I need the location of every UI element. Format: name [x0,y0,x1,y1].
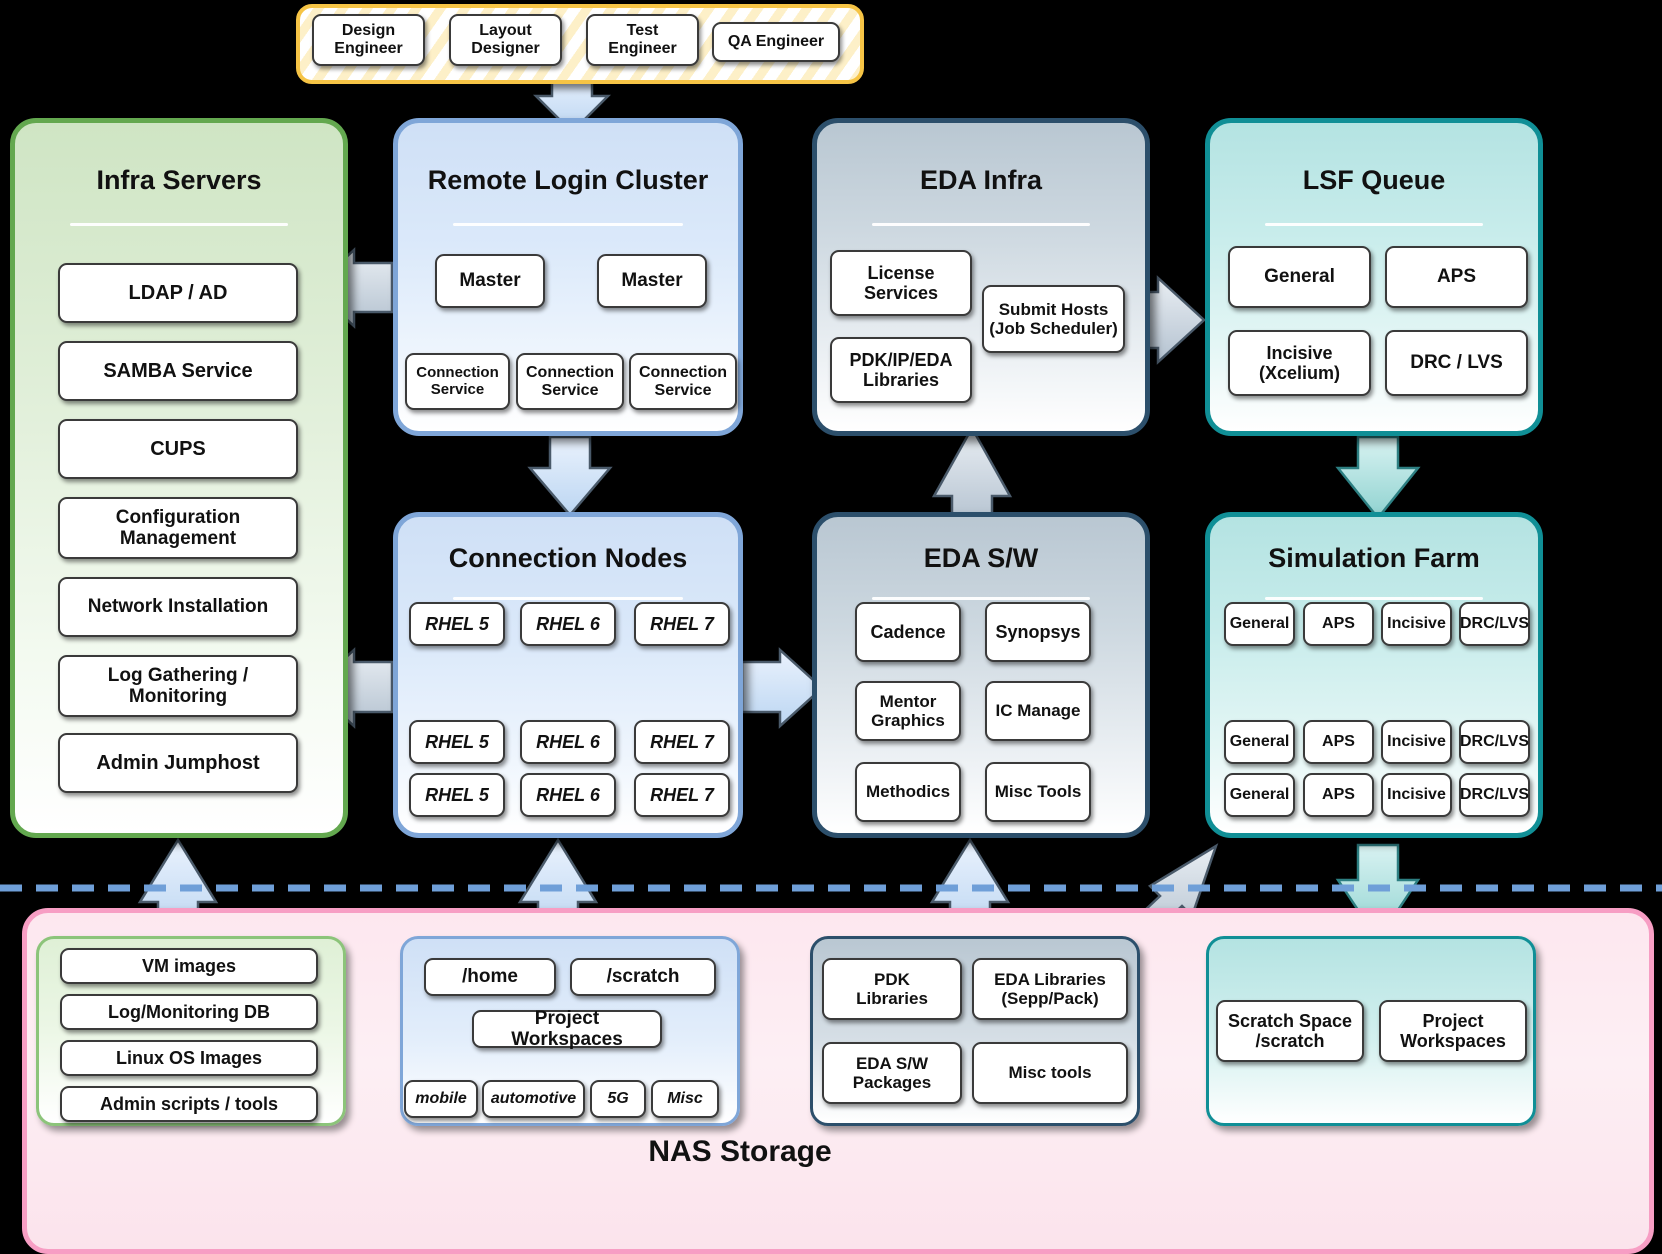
lsf-queue-general[interactable]: General [1228,246,1371,308]
sim-farm-incisive-2[interactable]: Incisive [1381,720,1452,764]
sim-farm-aps-3[interactable]: APS [1303,773,1374,817]
lsf-queue-title: LSF Queue [1302,165,1446,195]
eda-sw-methodics[interactable]: Methodics [855,762,961,822]
connection-service-3[interactable]: Connection Service [629,353,737,410]
sim-farm-drclvs-1[interactable]: DRC/LVS [1459,602,1530,646]
connection-node-rhel7-3[interactable]: RHEL 7 [634,773,730,817]
connection-node-rhel7-2[interactable]: RHEL 7 [634,720,730,764]
sim-farm-general-3[interactable]: General [1224,773,1295,817]
infra-item-network-installation[interactable]: Network Installation [58,577,298,637]
connection-service-2[interactable]: Connection Service [516,353,624,410]
eda-sw-mentor-graphics[interactable]: Mentor Graphics [855,681,961,741]
lsf-queue-drc-lvs[interactable]: DRC / LVS [1385,330,1528,396]
nas-item-scratch[interactable]: /scratch [570,958,716,996]
connection-nodes-title: Connection Nodes [448,543,688,573]
arrow-connection-nodes-to-eda-sw [740,647,824,729]
connection-service-1[interactable]: Connection Service [405,353,510,410]
nas-item-eda-sw-packages[interactable]: EDA S/W Packages [822,1042,962,1104]
infra-item-admin-jumphost[interactable]: Admin Jumphost [58,733,298,793]
connection-node-rhel6-3[interactable]: RHEL 6 [520,773,616,817]
remote-login-master-2[interactable]: Master [597,254,707,308]
simulation-farm-title: Simulation Farm [1268,543,1480,573]
nas-storage-title: NAS Storage [648,1135,832,1168]
nas-item-eda-libraries-sepp-pack[interactable]: EDA Libraries (Sepp/Pack) [972,958,1128,1020]
nas-item-home[interactable]: /home [424,958,556,996]
persona-design-engineer[interactable]: Design Engineer [312,14,425,66]
infra-servers-title: Infra Servers [96,165,262,195]
sim-farm-drclvs-2[interactable]: DRC/LVS [1459,720,1530,764]
nas-item-linux-os-images[interactable]: Linux OS Images [60,1040,318,1076]
nas-workspace-mobile[interactable]: mobile [404,1080,478,1118]
connection-node-rhel6-1[interactable]: RHEL 6 [520,602,616,646]
persona-layout-designer[interactable]: Layout Designer [449,14,562,66]
persona-qa-engineer[interactable]: QA Engineer [712,22,840,62]
connection-node-rhel5-2[interactable]: RHEL 5 [409,720,505,764]
connection-nodes-rule [453,597,683,600]
infra-item-samba-service[interactable]: SAMBA Service [58,341,298,401]
eda-sw-synopsys[interactable]: Synopsys [985,602,1091,662]
remote-login-master-1[interactable]: Master [435,254,545,308]
nas-item-project-workspaces[interactable]: Project Workspaces [472,1008,662,1050]
nas-item-admin-scripts-tools[interactable]: Admin scripts / tools [60,1086,318,1122]
infra-servers-rule [70,223,288,226]
arrow-remote-login-to-connection-nodes [527,435,613,517]
sim-farm-incisive-1[interactable]: Incisive [1381,602,1452,646]
lsf-queue-incisive-xcelium[interactable]: Incisive (Xcelium) [1228,330,1371,396]
persona-test-engineer[interactable]: Test Engineer [586,14,699,66]
infra-item-log-gathering-monitoring[interactable]: Log Gathering / Monitoring [58,655,298,717]
infra-item-cups[interactable]: CUPS [58,419,298,479]
sim-farm-aps-2[interactable]: APS [1303,720,1374,764]
eda-infra-title: EDA Infra [919,165,1042,195]
eda-infra-submit-hosts[interactable]: Submit Hosts (Job Scheduler) [982,285,1125,353]
nas-item-scratch-space[interactable]: Scratch Space /scratch [1216,1000,1364,1062]
eda-sw-title: EDA S/W [923,543,1039,573]
nas-workspace-5g[interactable]: 5G [590,1080,646,1118]
connection-node-rhel7-1[interactable]: RHEL 7 [634,602,730,646]
arrow-eda-sw-to-eda-infra [931,425,1013,527]
arrow-lsf-queue-to-simulation-farm [1335,435,1421,521]
eda-sw-ic-manage[interactable]: IC Manage [985,681,1091,741]
eda-sw-rule [872,597,1090,600]
eda-infra-pdk-ip-eda-libraries[interactable]: PDK/IP/EDA Libraries [830,337,972,403]
connection-node-rhel6-2[interactable]: RHEL 6 [520,720,616,764]
nas-workspace-automotive[interactable]: automotive [482,1080,585,1118]
diagram-canvas: Design Engineer Layout Designer Test Eng… [0,0,1662,1254]
simulation-farm-rule [1265,597,1483,600]
eda-sw-cadence[interactable]: Cadence [855,602,961,662]
eda-infra-license-services[interactable]: License Services [830,250,972,316]
sim-farm-incisive-3[interactable]: Incisive [1381,773,1452,817]
lsf-queue-aps[interactable]: APS [1385,246,1528,308]
connection-node-rhel5-1[interactable]: RHEL 5 [409,602,505,646]
sim-farm-general-1[interactable]: General [1224,602,1295,646]
lsf-queue-rule [1265,223,1483,226]
nas-item-pdk-libraries[interactable]: PDK Libraries [822,958,962,1020]
connection-node-rhel5-3[interactable]: RHEL 5 [409,773,505,817]
remote-login-cluster-title: Remote Login Cluster [427,165,709,195]
nas-item-misc-tools[interactable]: Misc tools [972,1042,1128,1104]
eda-infra-rule [872,223,1090,226]
nas-item-log-monitoring-db[interactable]: Log/Monitoring DB [60,994,318,1030]
remote-login-cluster-rule [453,223,683,226]
infra-item-configuration-management[interactable]: Configuration Management [58,497,298,559]
nas-workspace-misc[interactable]: Misc [651,1080,719,1118]
sim-farm-aps-1[interactable]: APS [1303,602,1374,646]
sim-farm-drclvs-3[interactable]: DRC/LVS [1459,773,1530,817]
infra-item-ldap-ad[interactable]: LDAP / AD [58,263,298,323]
nas-item-vm-images[interactable]: VM images [60,948,318,984]
nas-item-project-workspaces-scratch[interactable]: Project Workspaces [1379,1000,1527,1062]
eda-sw-misc-tools[interactable]: Misc Tools [985,762,1091,822]
sim-farm-general-2[interactable]: General [1224,720,1295,764]
